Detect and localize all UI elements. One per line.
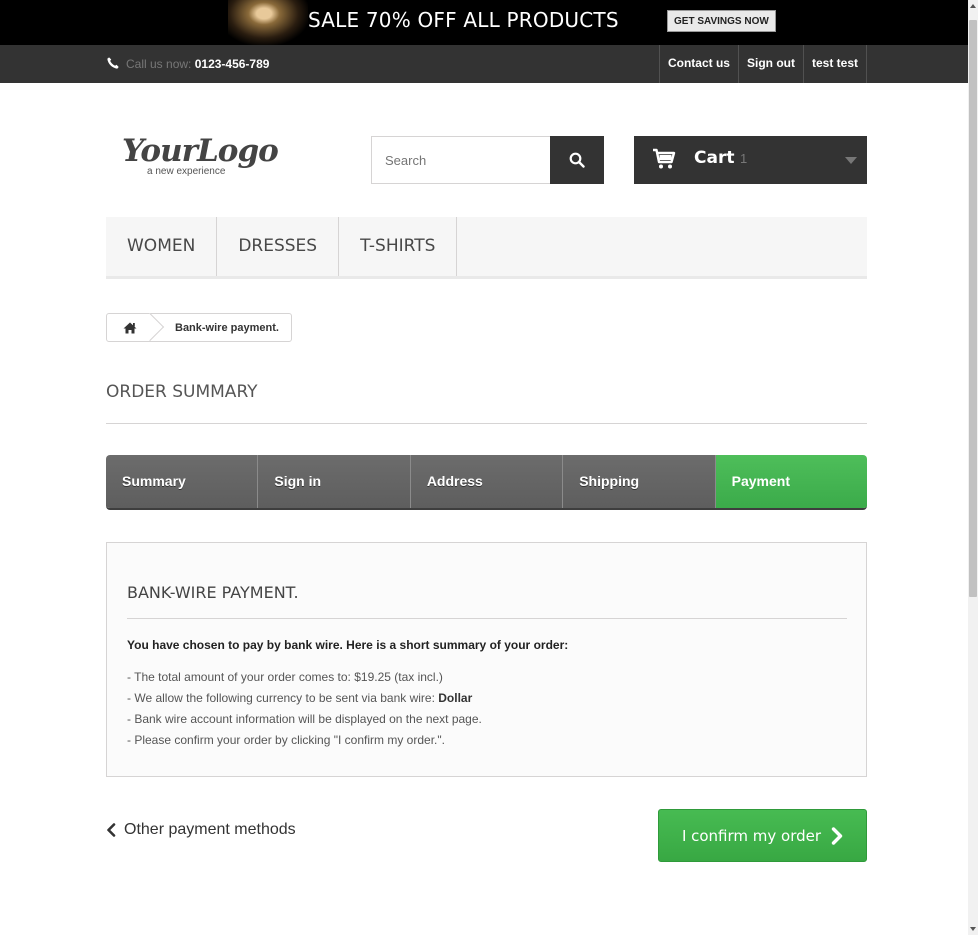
bankwire-summary-box: BANK-WIRE PAYMENT. You have chosen to pa… — [106, 542, 867, 777]
page-title: ORDER SUMMARY — [106, 382, 867, 424]
search-input[interactable] — [371, 136, 550, 184]
chevron-left-icon — [107, 823, 116, 837]
promo-banner[interactable]: SALE 70% OFF ALL PRODUCTS GET SAVINGS NO… — [0, 0, 968, 45]
step-address[interactable]: Address — [410, 455, 564, 508]
other-payment-methods-link[interactable]: Other payment methods — [106, 821, 296, 839]
top-bar: Call us now: 0123-456-789 Contact us Sig… — [0, 45, 968, 83]
site-logo[interactable]: YourLogo a new experience — [122, 133, 322, 185]
page-scrollbar[interactable] — [968, 0, 978, 935]
search-icon — [569, 152, 585, 168]
breadcrumb: Bank-wire payment. — [106, 313, 292, 342]
cart-button[interactable]: Cart 1 — [634, 136, 867, 184]
logo-text: YourLogo — [122, 133, 279, 169]
search-form — [371, 136, 604, 184]
confirm-label: I confirm my order — [681, 826, 822, 845]
search-button[interactable] — [550, 136, 604, 184]
main-menu: WOMEN DRESSES T-SHIRTS — [106, 217, 867, 279]
phone-icon — [107, 57, 119, 69]
sign-out-link[interactable]: Sign out — [737, 45, 803, 83]
cart-count: 1 — [740, 151, 748, 166]
phone-number: 0123-456-789 — [194, 57, 270, 71]
confirm-order-button[interactable]: I confirm my order — [658, 809, 867, 862]
menu-item-tshirts[interactable]: T-SHIRTS — [339, 217, 458, 276]
chevron-right-icon — [831, 826, 843, 845]
summary-confirm-note: - Please confirm your order by clicking … — [127, 733, 445, 747]
promo-image — [228, 0, 308, 45]
summary-currency: - We allow the following currency to be … — [127, 691, 482, 712]
back-label: Other payment methods — [124, 821, 296, 838]
account-name-link[interactable]: test test — [802, 45, 867, 83]
summary-total: - The total amount of your order comes t… — [127, 670, 443, 684]
scroll-down-arrow-icon[interactable] — [970, 927, 976, 931]
promo-text: SALE 70% OFF ALL PRODUCTS — [308, 8, 619, 32]
contact-us-link[interactable]: Contact us — [658, 45, 738, 83]
phone-info: Call us now: 0123-456-789 — [106, 56, 269, 71]
summary-account-info: - Bank wire account information will be … — [127, 712, 482, 726]
checkout-steps: Summary Sign in Address Shipping Payment — [106, 455, 867, 510]
box-title: BANK-WIRE PAYMENT. — [127, 583, 847, 619]
account-links: Contact us Sign out test test — [658, 45, 867, 83]
box-lead: You have chosen to pay by bank wire. Her… — [127, 638, 569, 652]
breadcrumb-current: Bank-wire payment. — [175, 321, 279, 334]
phone-label: Call us now: — [126, 57, 192, 71]
step-sign-in[interactable]: Sign in — [258, 455, 411, 508]
caret-down-icon — [845, 157, 857, 164]
logo-tagline: a new experience — [147, 166, 226, 177]
breadcrumb-home[interactable] — [107, 314, 153, 341]
currency-prefix: - We allow the following currency to be … — [127, 691, 439, 705]
step-shipping[interactable]: Shipping — [563, 455, 716, 508]
scroll-up-arrow-icon[interactable] — [970, 4, 976, 8]
menu-item-women[interactable]: WOMEN — [106, 217, 218, 276]
step-summary[interactable]: Summary — [106, 455, 259, 508]
cart-icon — [653, 148, 676, 169]
step-payment: Payment — [715, 455, 867, 508]
summary-lines: - The total amount of your order comes t… — [127, 670, 482, 754]
cart-label: Cart — [694, 148, 735, 168]
currency-value: Dollar — [438, 691, 473, 705]
promo-button[interactable]: GET SAVINGS NOW — [667, 10, 776, 32]
scroll-thumb[interactable] — [969, 20, 977, 597]
menu-item-dresses[interactable]: DRESSES — [217, 217, 340, 276]
home-icon — [123, 322, 137, 333]
